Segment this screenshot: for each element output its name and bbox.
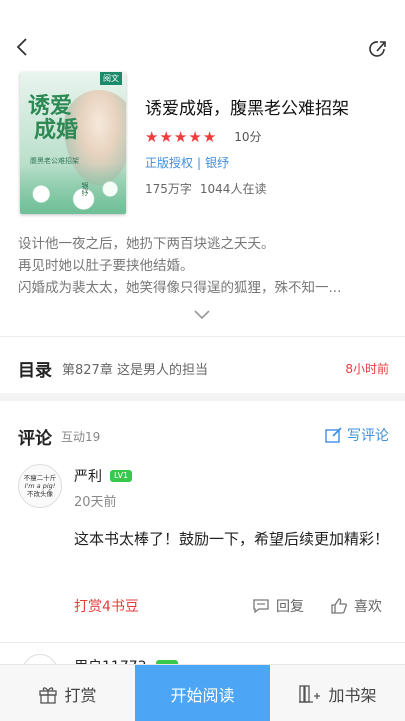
edit-icon xyxy=(325,427,342,443)
license-tag[interactable]: 正版授权 xyxy=(145,156,193,170)
book-rating: ★ ★ ★ ★ ★ 10分 xyxy=(145,128,262,145)
comment-text: 这本书太棒了！鼓励一下，希望后续更加精彩！ xyxy=(74,530,390,548)
share-icon[interactable] xyxy=(367,38,389,60)
comment-reward: 打赏4书豆 xyxy=(74,599,139,615)
thumbs-up-icon xyxy=(331,598,348,614)
cover-subtitle: 腹黑老公难招架 xyxy=(30,157,79,165)
add-to-shelf-button[interactable]: 加书架 xyxy=(270,665,405,721)
tip-label: 打赏 xyxy=(64,685,97,705)
cover-author: 银纾 xyxy=(81,182,89,196)
book-tags: 正版授权 | 银纾 xyxy=(145,156,230,170)
book-cover[interactable]: 阅文 诱爱 成婚 腹黑老公难招架 银纾 xyxy=(20,72,126,214)
cover-title: 诱爱 成婚 xyxy=(28,93,79,143)
back-arrow-icon[interactable] xyxy=(12,36,34,58)
start-reading-button[interactable]: 开始阅读 xyxy=(135,665,270,721)
rating-stars: ★ ★ ★ ★ ★ xyxy=(145,129,216,145)
book-stats: 175万字 1044人在读 xyxy=(145,180,266,197)
reply-label: 回复 xyxy=(276,599,304,615)
comments-label: 评论 xyxy=(18,429,52,449)
comment-time: 20天前 xyxy=(74,495,117,510)
word-count: 175万字 xyxy=(145,182,192,196)
write-comment-button[interactable]: 写评论 xyxy=(325,425,389,445)
expand-chevron-icon[interactable] xyxy=(192,306,212,322)
description-line: 闪婚成为裴太太，她笑得像只得逞的狐狸，殊不知一... xyxy=(18,280,342,296)
like-label: 喜欢 xyxy=(354,599,382,615)
star-icon: ★ xyxy=(173,127,188,146)
section-divider xyxy=(0,393,405,401)
comments-header: 评论 互动19 写评论 xyxy=(0,420,405,450)
divider xyxy=(0,642,405,643)
description-line: 再见时她以肚子要挟他结婚。 xyxy=(18,258,194,274)
book-header: 阅文 诱爱 成婚 腹黑老公难招架 银纾 诱爱成婚，腹黑老公难招架 ★ ★ ★ ★… xyxy=(20,72,390,217)
author-link[interactable]: 银纾 xyxy=(205,156,229,170)
add-to-shelf-label: 加书架 xyxy=(328,685,377,705)
star-icon: ★ xyxy=(159,127,173,146)
bottom-action-bar: 打赏 开始阅读 加书架 xyxy=(0,664,405,721)
book-description[interactable]: 设计他一夜之后，她扔下两百块逃之夭夭。 再见时她以肚子要挟他结婚。 闪婚成为裴太… xyxy=(18,233,390,299)
gift-icon xyxy=(39,686,58,704)
reader-count: 1044人在读 xyxy=(199,182,267,196)
update-time: 8小时前 xyxy=(345,362,389,376)
divider xyxy=(0,336,405,337)
tip-button[interactable]: 打赏 xyxy=(0,665,135,721)
start-reading-label: 开始阅读 xyxy=(170,685,235,705)
cover-flowers xyxy=(20,164,126,214)
reply-icon xyxy=(253,599,269,614)
reply-button[interactable]: 回复 xyxy=(252,596,304,616)
latest-chapter: 第827章 这是男人的担当 xyxy=(62,363,208,378)
like-button[interactable]: 喜欢 xyxy=(330,596,382,616)
rating-score: 10分 xyxy=(234,130,262,144)
avatar[interactable]: 不瘦二十斤 I'm a pig! 不改头像 xyxy=(18,464,62,508)
star-icon: ★ xyxy=(145,127,159,146)
star-icon: ★ xyxy=(202,127,217,146)
book-title: 诱爱成婚，腹黑老公难招架 xyxy=(145,99,349,119)
cover-badge: 阅文 xyxy=(100,72,122,85)
comment-item: 不瘦二十斤 I'm a pig! 不改头像 严利 LV1 20天前 这本书太棒了… xyxy=(0,462,405,637)
top-bar xyxy=(0,0,405,70)
table-of-contents-row[interactable]: 目录 第827章 这是男人的担当 8小时前 xyxy=(0,342,405,392)
bookshelf-add-icon xyxy=(299,684,321,703)
comments-count: 互动19 xyxy=(61,430,101,444)
description-line: 设计他一夜之后，她扔下两百块逃之夭夭。 xyxy=(18,236,275,252)
toc-label: 目录 xyxy=(18,361,52,381)
star-icon: ★ xyxy=(188,127,202,146)
comment-username[interactable]: 严利 xyxy=(74,466,102,486)
write-comment-label: 写评论 xyxy=(347,428,389,444)
level-badge: LV1 xyxy=(110,470,133,482)
